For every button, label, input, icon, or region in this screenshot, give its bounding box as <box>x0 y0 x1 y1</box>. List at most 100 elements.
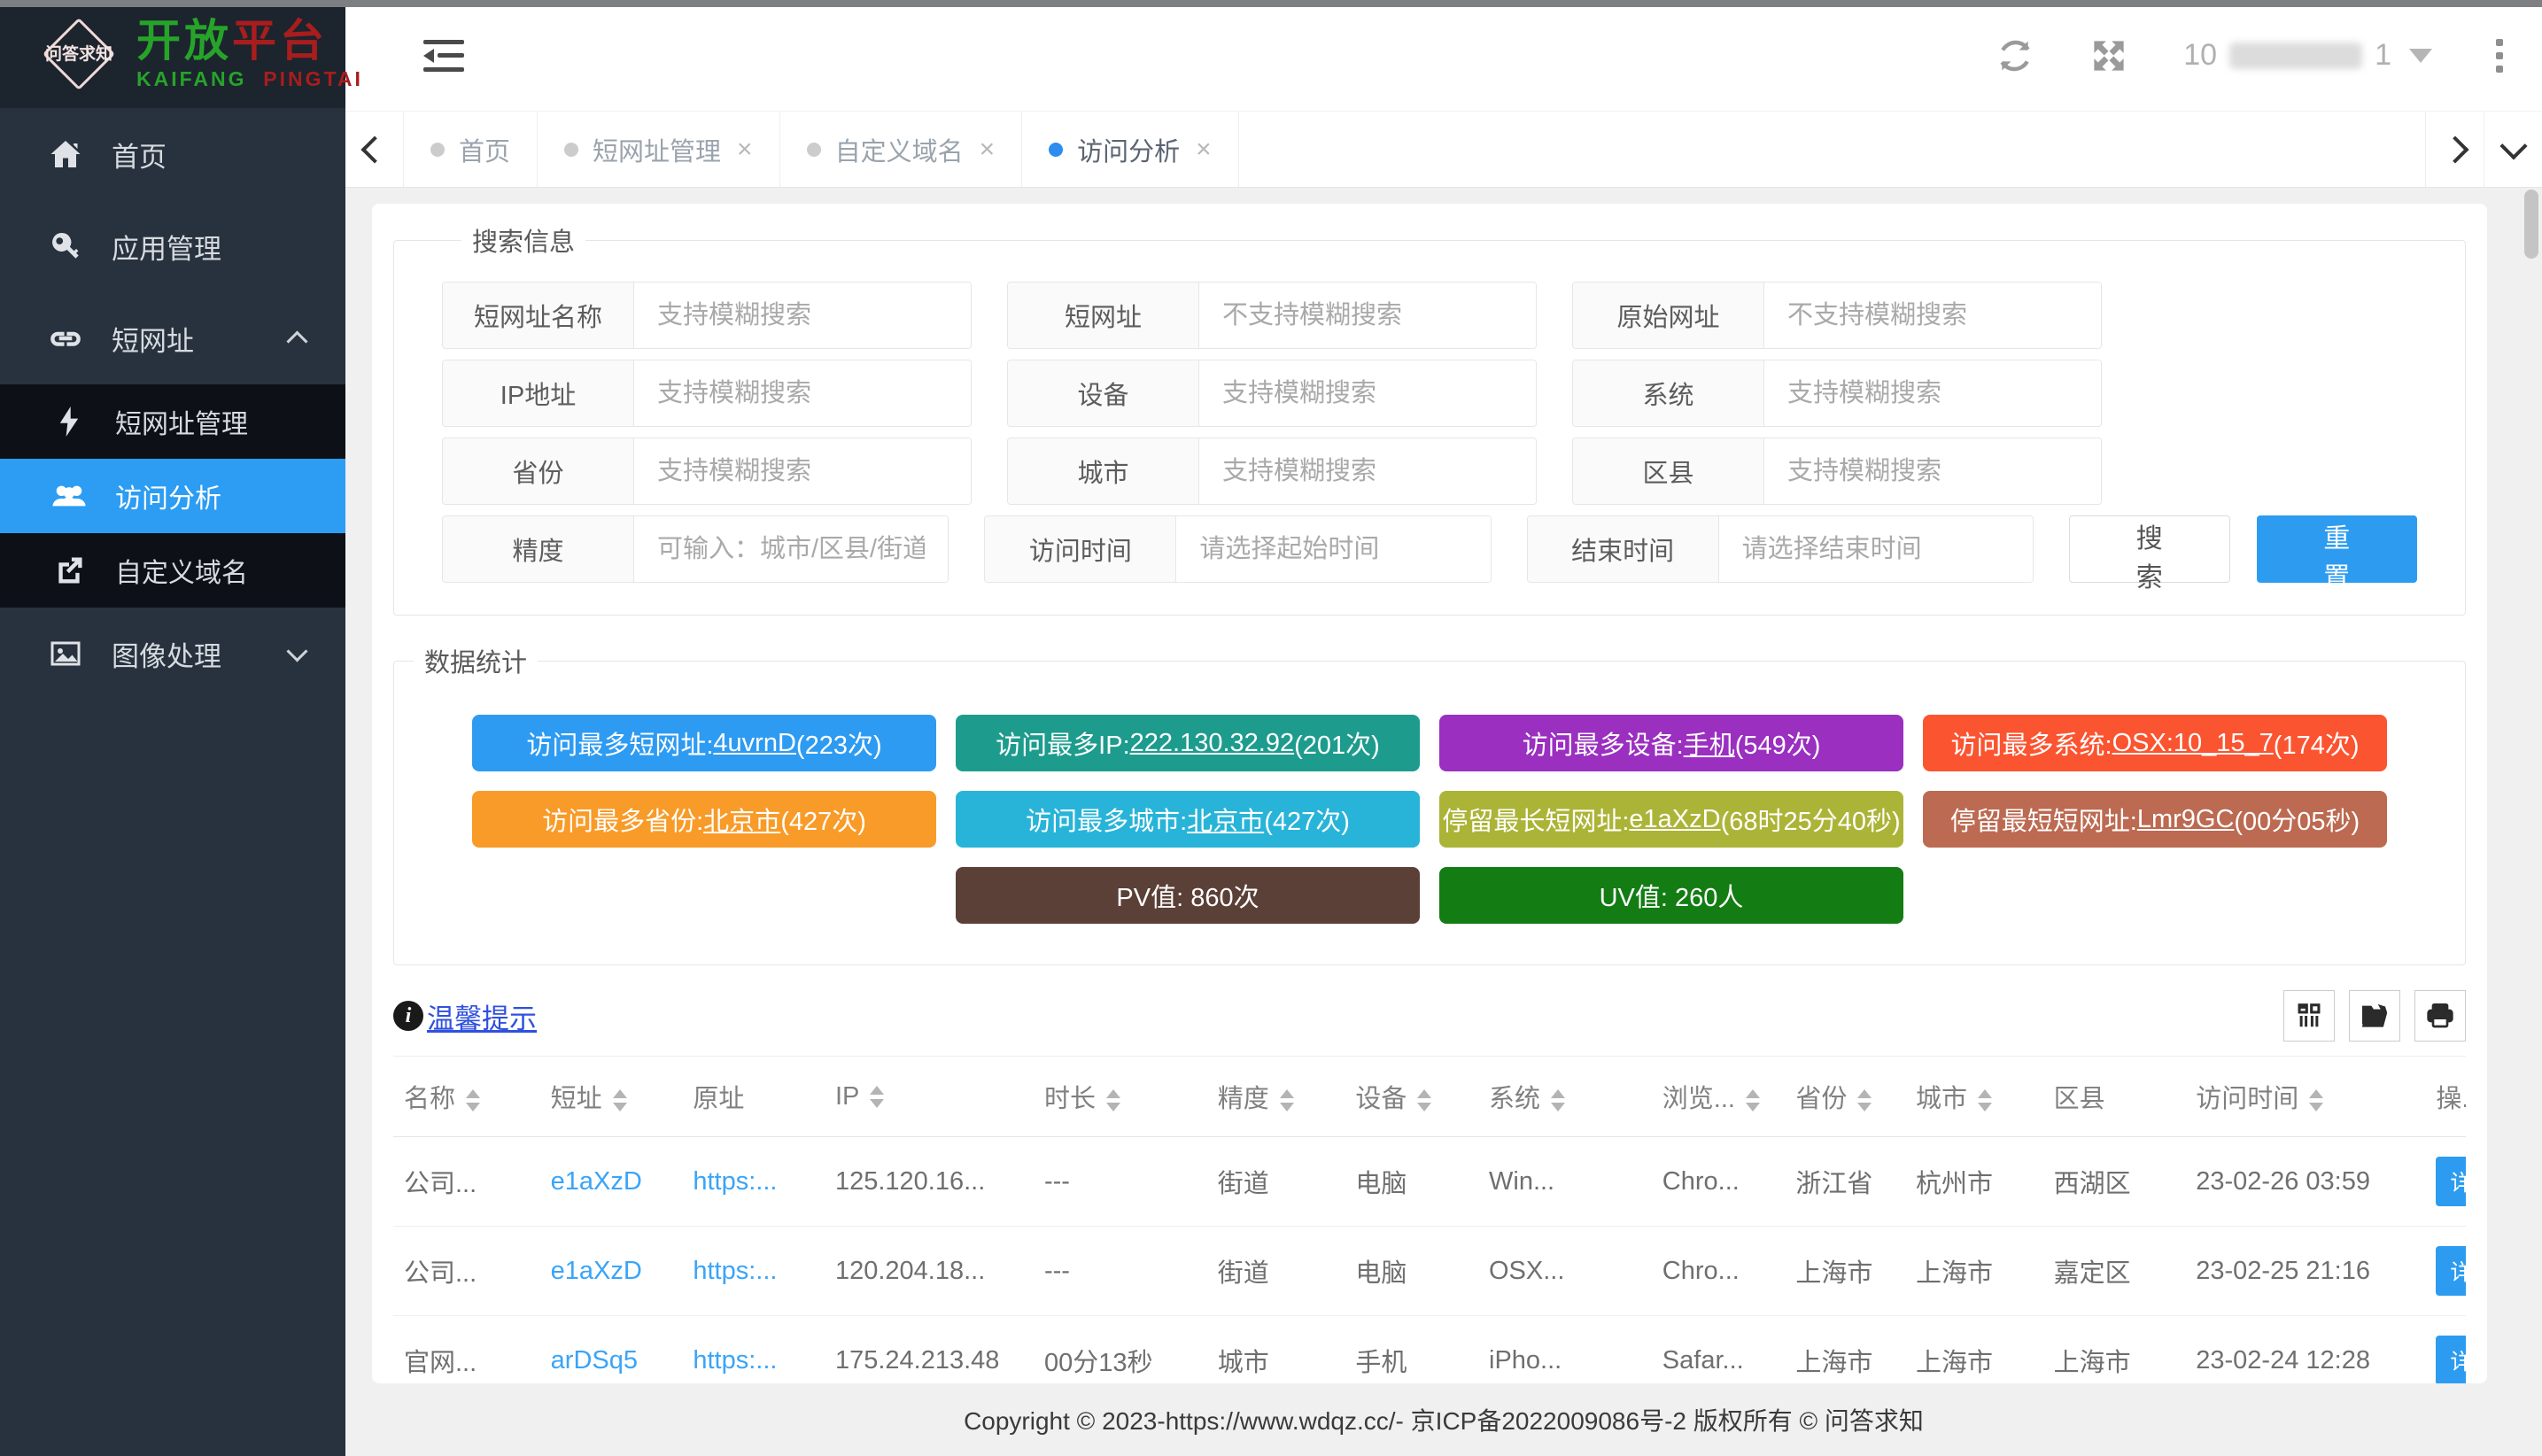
sidebar-item-visit-analysis[interactable]: 访问分析 <box>0 459 345 533</box>
tabbar: 首页 短网址管理 × 自定义域名 × 访问分析 × <box>345 111 2542 188</box>
tab-close-icon[interactable]: × <box>980 135 996 165</box>
ip-input[interactable] <box>634 360 971 426</box>
detail-button[interactable]: 详情 <box>2436 1157 2466 1206</box>
table-container: 名称 短址 原址 IP 时长 精度 设备 系统 浏览... 省份 城市 <box>393 1056 2466 1383</box>
export-icon[interactable] <box>2349 990 2400 1042</box>
tabs-dropdown-button[interactable] <box>2484 112 2542 187</box>
stat-link[interactable]: 北京市 <box>703 801 780 838</box>
visit-time-input[interactable] <box>1176 516 1490 582</box>
search-button[interactable]: 搜 索 <box>2069 515 2230 583</box>
col-province: 省份 <box>1785 1057 1905 1137</box>
cell-time: 23-02-25 21:16 <box>2185 1227 2425 1316</box>
tab-visit-analysis[interactable]: 访问分析 × <box>1022 112 1239 187</box>
sort-icon[interactable] <box>870 1086 884 1108</box>
table-tools <box>2283 990 2466 1042</box>
field-shorturl: 短网址 <box>1007 282 1537 349</box>
scrollbar-thumb[interactable] <box>2524 190 2538 259</box>
external-link-icon <box>51 556 87 585</box>
sidebar-item-shorturl-manage[interactable]: 短网址管理 <box>0 384 345 459</box>
cell-duration: --- <box>1034 1137 1207 1227</box>
search-panel-legend: 搜索信息 <box>461 221 585 259</box>
fullscreen-icon[interactable] <box>2089 36 2128 75</box>
sort-icon[interactable] <box>1978 1089 1992 1111</box>
chevron-down-icon <box>287 642 310 665</box>
cell-short-link[interactable]: arDSq5 <box>540 1316 683 1384</box>
system-input[interactable] <box>1764 360 2101 426</box>
device-input[interactable] <box>1199 360 1536 426</box>
table-row: 公司... e1aXzD https:... 120.204.18... ---… <box>393 1227 2466 1316</box>
shorturl-name-input[interactable] <box>634 283 971 348</box>
sort-icon[interactable] <box>466 1089 480 1111</box>
sort-icon[interactable] <box>1106 1089 1120 1111</box>
sort-icon[interactable] <box>1280 1089 1294 1111</box>
sidebar-item-image-processing[interactable]: 图像处理 <box>0 608 345 700</box>
tab-home[interactable]: 首页 <box>404 112 538 187</box>
stat-link[interactable]: Lmr9GC <box>2137 805 2235 834</box>
sidebar-item-home[interactable]: 首页 <box>0 108 345 200</box>
logo[interactable]: 问答求知 开放平台 KAIFANG PINGTAI <box>0 0 345 108</box>
account-menu[interactable]: 10 1 <box>2183 38 2432 73</box>
cell-system: Win... <box>1478 1137 1652 1227</box>
field-device: 设备 <box>1007 360 1537 427</box>
cell-ip: 120.204.18... <box>825 1227 1034 1316</box>
sort-icon[interactable] <box>613 1089 627 1111</box>
chevron-right-icon <box>2441 136 2468 163</box>
stats-panel-legend: 数据统计 <box>414 642 538 679</box>
tab-close-icon[interactable]: × <box>737 135 753 165</box>
tabs-scroll-right-button[interactable] <box>2425 112 2484 187</box>
stat-link[interactable]: e1aXzD <box>1629 805 1720 834</box>
tip-link[interactable]: 温馨提示 <box>427 996 537 1036</box>
stat-link[interactable]: 4uvrnD <box>713 729 796 758</box>
col-origin: 原址 <box>682 1057 825 1137</box>
stat-link[interactable]: 北京市 <box>1187 801 1264 838</box>
tabs-scroll-left-button[interactable] <box>345 112 404 187</box>
cell-short-link[interactable]: e1aXzD <box>540 1137 683 1227</box>
province-input[interactable] <box>634 438 971 504</box>
topbar-actions: 10 1 <box>1996 35 2512 76</box>
sidebar-item-shorturl[interactable]: 短网址 <box>0 292 345 384</box>
sort-icon[interactable] <box>1551 1089 1565 1111</box>
sidebar-collapse-icon[interactable] <box>423 40 464 72</box>
sort-icon[interactable] <box>2309 1089 2323 1111</box>
tab-shorturl-manage[interactable]: 短网址管理 × <box>538 112 780 187</box>
end-time-input[interactable] <box>1719 516 2033 582</box>
kebab-menu-icon[interactable] <box>2487 35 2512 76</box>
sort-icon[interactable] <box>1417 1089 1431 1111</box>
sort-icon[interactable] <box>1857 1089 1872 1111</box>
stat-link[interactable]: 手机 <box>1684 724 1735 762</box>
reset-button[interactable]: 重 置 <box>2257 515 2418 583</box>
columns-toggle-button[interactable] <box>2283 990 2335 1042</box>
field-system: 系统 <box>1572 360 2102 427</box>
print-icon[interactable] <box>2414 990 2466 1042</box>
shorturl-input[interactable] <box>1199 283 1536 348</box>
cell-origin-link[interactable]: https:... <box>682 1137 825 1227</box>
stat-longest-stay: 停留最长短网址: e1aXzD(68时25分40秒) <box>1439 791 1903 848</box>
stat-badges: 访问最多短网址: 4uvrnD(223次) 访问最多IP: 222.130.32… <box>394 715 2465 924</box>
detail-button[interactable]: 详情 <box>2436 1336 2466 1383</box>
tab-custom-domain[interactable]: 自定义域名 × <box>780 112 1023 187</box>
cell-origin-link[interactable]: https:... <box>682 1227 825 1316</box>
tab-dot <box>564 143 578 157</box>
tab-close-icon[interactable]: × <box>1196 135 1212 165</box>
logo-subtitle: KAIFANG PINGTAI <box>136 67 363 91</box>
tab-label: 首页 <box>459 131 510 168</box>
main-card: 搜索信息 短网址名称 短网址 原始网址 <box>372 204 2487 1383</box>
refresh-icon[interactable] <box>1996 36 2034 75</box>
sidebar-item-custom-domain[interactable]: 自定义域名 <box>0 533 345 608</box>
city-input[interactable] <box>1199 438 1536 504</box>
field-shorturl-name: 短网址名称 <box>442 282 972 349</box>
sidebar-item-label: 应用管理 <box>112 227 221 267</box>
origin-url-input[interactable] <box>1764 283 2101 348</box>
stat-link[interactable]: 222.130.32.92 <box>1130 729 1294 758</box>
detail-button[interactable]: 详情 <box>2436 1246 2466 1296</box>
col-device: 设备 <box>1345 1057 1478 1137</box>
district-input[interactable] <box>1764 438 2101 504</box>
cell-origin-link[interactable]: https:... <box>682 1316 825 1384</box>
field-label: 访问时间 <box>985 516 1176 582</box>
stat-link[interactable]: OSX:10_15_7 <box>2112 729 2274 758</box>
topbar: 10 1 <box>345 0 2542 111</box>
precision-input[interactable] <box>634 516 948 582</box>
sort-icon[interactable] <box>1746 1089 1760 1111</box>
cell-short-link[interactable]: e1aXzD <box>540 1227 683 1316</box>
sidebar-item-apps[interactable]: 短网址 应用管理 <box>0 200 345 292</box>
